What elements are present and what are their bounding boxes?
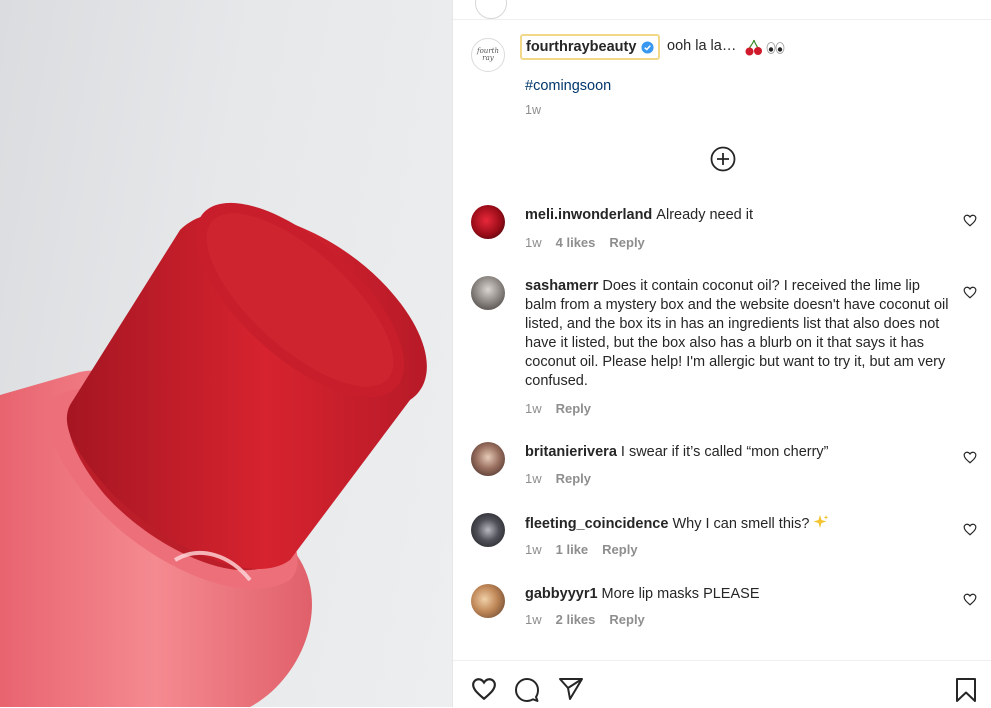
comment-bubble-icon[interactable] [514, 677, 540, 703]
header-avatar[interactable] [475, 0, 507, 19]
cherry-icon [745, 39, 762, 56]
commenter-username[interactable]: gabbyyyr1 [525, 586, 598, 602]
commenter-username[interactable]: fleeting_coincidence [525, 516, 668, 532]
commenter-username[interactable]: sashamerr [525, 278, 598, 294]
caption-text: ooh la la… [667, 38, 737, 54]
post-action-bar [453, 660, 991, 708]
avatar-logo-text: fourth ray [477, 47, 499, 62]
comment-likes[interactable]: 1 like [556, 542, 589, 557]
commenter-avatar[interactable] [471, 584, 505, 618]
comment-meta: 1w 2 likes Reply [525, 612, 659, 627]
like-comment-heart-icon[interactable] [963, 523, 977, 536]
comment-body: britanierivera I swear if it’s called “mo… [525, 443, 955, 462]
comment-text: I swear if it’s called “mon cherry” [620, 444, 829, 460]
comment-likes[interactable]: 4 likes [556, 235, 596, 250]
like-heart-icon[interactable] [471, 677, 497, 701]
load-more-comments-icon[interactable] [710, 146, 736, 172]
like-comment-heart-icon[interactable] [963, 593, 977, 606]
comment-text: Does it contain coconut oil? I received … [525, 278, 949, 389]
comment-time[interactable]: 1w [525, 471, 542, 486]
divider [453, 19, 991, 20]
comment-body: fleeting_coincidence Why I can smell this… [525, 514, 955, 534]
comment-text: More lip masks PLEASE [601, 586, 760, 602]
commenter-avatar[interactable] [471, 205, 505, 239]
like-comment-heart-icon[interactable] [963, 214, 977, 227]
author-username-highlight[interactable]: fourthraybeauty [520, 34, 661, 60]
comment-text: Why I can smell this? [672, 516, 810, 532]
comment-time[interactable]: 1w [525, 235, 542, 250]
verified-badge-icon [641, 40, 654, 54]
comment-meta: 1w 4 likes Reply [525, 235, 659, 250]
comment-likes[interactable]: 2 likes [556, 612, 596, 627]
sparkles-icon [813, 515, 829, 528]
comment-meta: 1w Reply [525, 401, 605, 416]
commenter-avatar[interactable] [471, 276, 505, 310]
comment-meta: 1w Reply [525, 471, 605, 486]
hashtag-link[interactable]: #comingsoon [525, 78, 611, 94]
cherry-eyes-emoji [745, 39, 785, 56]
post-image [0, 0, 452, 707]
commenter-username[interactable]: britanierivera [525, 444, 617, 460]
comment-text: Already need it [656, 207, 754, 223]
author-username[interactable]: fourthraybeauty [526, 39, 636, 55]
reply-button[interactable]: Reply [609, 612, 644, 627]
save-bookmark-icon[interactable] [955, 677, 977, 703]
reply-button[interactable]: Reply [556, 401, 591, 416]
comment-time[interactable]: 1w [525, 542, 542, 557]
comment-body: meli.inwonderland Already need it [525, 206, 955, 225]
comment-meta: 1w 1 like Reply [525, 542, 652, 557]
commenter-avatar[interactable] [471, 442, 505, 476]
comment-body: gabbyyyr1 More lip masks PLEASE [525, 585, 955, 604]
share-send-icon[interactable] [558, 677, 584, 701]
comment-body: sashamerr Does it contain coconut oil? I … [525, 277, 955, 391]
caption-emoji [745, 39, 785, 62]
like-comment-heart-icon[interactable] [963, 451, 977, 464]
reply-button[interactable]: Reply [602, 542, 637, 557]
comment-time[interactable]: 1w [525, 612, 542, 627]
reply-button[interactable]: Reply [609, 235, 644, 250]
commenter-username[interactable]: meli.inwonderland [525, 207, 652, 223]
comments-panel: fourth ray fourthraybeauty ooh la la… #c… [452, 0, 991, 707]
like-comment-heart-icon[interactable] [963, 286, 977, 299]
eyes-icon [766, 42, 785, 54]
comment-time[interactable]: 1w [525, 401, 542, 416]
reply-button[interactable]: Reply [556, 471, 591, 486]
lip-balm-photo [0, 202, 427, 707]
commenter-avatar[interactable] [471, 513, 505, 547]
author-avatar[interactable]: fourth ray [471, 38, 505, 72]
post-time[interactable]: 1w [525, 103, 541, 117]
